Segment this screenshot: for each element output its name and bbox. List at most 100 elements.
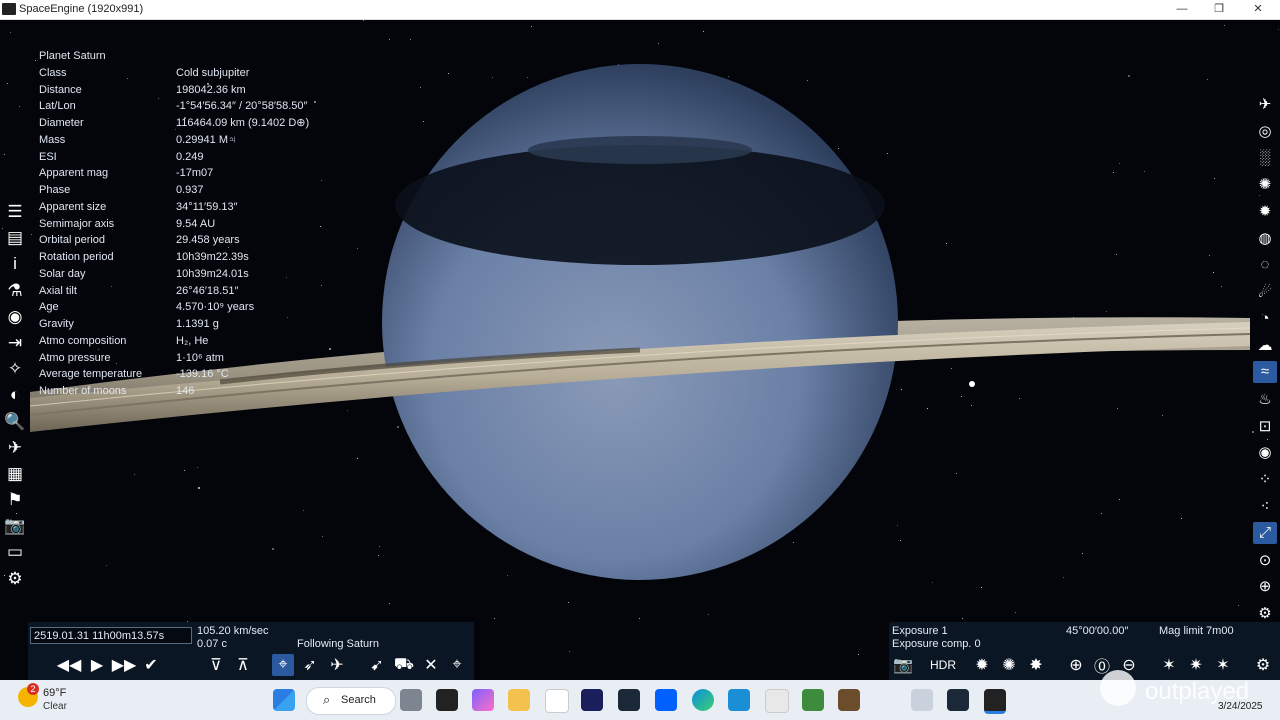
constellation-icon[interactable]: ⊡ [1253, 415, 1277, 437]
window-title: SpaceEngine (1920x991) [19, 3, 144, 15]
hdr-button[interactable]: HDR [929, 654, 957, 676]
info-value: -1°54′56.34″ / 20°58′58.50″ [176, 100, 308, 113]
outplayed-logo [1100, 670, 1136, 706]
mag-reset-icon[interactable]: ✷ [1185, 654, 1207, 676]
info-row: Orbital period 29.458 years [39, 232, 240, 249]
app-icon-2[interactable] [911, 689, 933, 711]
galaxy-icon[interactable]: ◎ [1253, 120, 1277, 142]
info-value: -139.16 °C [176, 368, 229, 381]
play-icon[interactable]: ▶ [86, 654, 108, 676]
dropbox-icon[interactable] [655, 689, 677, 711]
info-key: Atmo pressure [39, 351, 111, 364]
display-icon[interactable]: ▭ [3, 540, 27, 564]
steam-icon-2[interactable] [947, 689, 969, 711]
info-row: Atmo pressure 1·10⁶ atm [39, 350, 224, 367]
brightness-down-icon[interactable]: ✹ [971, 654, 993, 676]
start-icon[interactable] [273, 689, 295, 711]
rocket-icon[interactable]: ➶ [299, 654, 321, 676]
minimize-button[interactable]: — [1162, 0, 1202, 19]
star-icon[interactable]: ✹ [1253, 200, 1277, 222]
mag-down-icon[interactable]: ✶ [1158, 654, 1180, 676]
camera-icon[interactable]: 📷 [892, 654, 914, 676]
store-icon[interactable] [765, 689, 789, 713]
labels-icon[interactable]: ⁖ [1253, 495, 1277, 517]
date-time-field[interactable]: 2519.01.31 11h00m13.57s [30, 627, 192, 644]
info-value: 34°11′59.13″ [176, 200, 238, 213]
chevron-down-circle-icon[interactable]: ⊽ [205, 654, 227, 676]
info-row: Lat/Lon -1°54′56.34″ / 20°58′58.50″ [39, 98, 307, 115]
asteroid-icon[interactable]: ◔ [1253, 307, 1277, 329]
camera-icon[interactable]: 📷 [3, 514, 27, 538]
water-icon[interactable]: ≈ [1253, 360, 1277, 383]
brightness-up-icon[interactable]: ✸ [1025, 654, 1047, 676]
minecraft-icon[interactable] [838, 689, 860, 711]
info-icon[interactable]: i [3, 252, 27, 276]
crosshair-icon[interactable]: ⌖ [446, 654, 468, 676]
checkmark-icon[interactable]: ✔ [140, 654, 162, 676]
aurora-icon[interactable]: ♨ [1253, 388, 1277, 410]
info-row: Number of moons 146 [39, 383, 194, 400]
chevron-up-circle-icon[interactable]: ⊼ [232, 654, 254, 676]
brightness-reset-icon[interactable]: ✺ [998, 654, 1020, 676]
grid-icon[interactable]: ⊕ [1253, 575, 1277, 597]
info-value: Cold subjupiter [176, 66, 250, 79]
cloud-icon[interactable]: ☁ [1253, 334, 1277, 356]
spaceengine-taskbar-icon[interactable] [984, 689, 1006, 714]
expand-icon[interactable]: ⤢ [1253, 521, 1277, 544]
planetarium-icon[interactable]: ⚗ [3, 279, 27, 303]
flag-icon[interactable]: ⚑ [3, 488, 27, 512]
search-box[interactable]: ⌕ Search [306, 687, 396, 715]
nebula-icon[interactable]: ░ [1253, 147, 1277, 169]
target-icon[interactable]: ⊙ [1253, 549, 1277, 571]
binoculars-icon[interactable]: ◉ [3, 305, 27, 329]
land-icon[interactable]: ⛟ [393, 654, 415, 676]
shrink-icon[interactable]: ✕ [420, 654, 442, 676]
ship-icon[interactable]: ✈ [3, 436, 27, 460]
mag-up-icon[interactable]: ✶ [1212, 654, 1234, 676]
star-map-icon[interactable]: ✧ [3, 357, 27, 381]
fast-forward-icon[interactable]: ▶▶ [112, 654, 137, 676]
media-icon[interactable] [545, 689, 569, 713]
select-cursor-icon[interactable]: ⌖ [272, 654, 294, 676]
settings-icon[interactable]: ⚙ [3, 567, 27, 591]
game-app-icon[interactable] [581, 689, 603, 711]
star-cluster-icon[interactable]: ✺ [1253, 173, 1277, 195]
catalog-icon[interactable]: ▤ [3, 226, 27, 250]
eye-icon[interactable]: ◉ [1253, 441, 1277, 463]
minecraft-launcher-icon[interactable] [802, 689, 824, 711]
amazon-icon[interactable] [436, 689, 458, 711]
menu-icon[interactable]: ☰ [3, 200, 27, 224]
settings-icon[interactable]: ⚙ [1253, 602, 1277, 624]
edge-icon[interactable] [692, 689, 714, 711]
space-viewport[interactable]: Planet Saturn Class Cold subjupiter Distan… [0, 20, 1280, 680]
info-row: Apparent size 34°11′59.13″ [39, 199, 238, 216]
journal-icon[interactable]: ▦ [3, 462, 27, 486]
info-key: Distance [39, 83, 82, 96]
search-icon[interactable]: 🔍 [3, 410, 27, 434]
planet-icon[interactable]: ◍ [1253, 227, 1277, 249]
file-explorer-icon[interactable] [508, 689, 530, 711]
info-key: Semimajor axis [39, 217, 115, 230]
rewind-icon[interactable]: ◀◀ [57, 654, 82, 676]
comet-icon[interactable]: ☄ [1253, 281, 1277, 303]
goto-icon[interactable]: ➹ [366, 654, 388, 676]
zoom-in-icon[interactable]: ⊕ [1065, 654, 1087, 676]
fov-readout: 45°00′00.00″ [1066, 625, 1129, 637]
info-row: ESI 0.249 [39, 149, 204, 166]
info-row: Semimajor axis 9.54 AU [39, 216, 215, 233]
copilot-icon[interactable] [472, 689, 494, 711]
info-key: Atmo composition [39, 334, 127, 347]
close-button[interactable]: ✕ [1238, 0, 1278, 19]
spaceship-icon[interactable]: ✈ [1253, 93, 1277, 115]
orbit-icon[interactable]: ⇥ [3, 331, 27, 355]
orbits-icon[interactable]: ⁘ [1253, 468, 1277, 490]
task-view-icon[interactable] [400, 689, 422, 711]
rings-icon[interactable]: ◌ [1253, 254, 1277, 276]
wiki-icon[interactable]: ◐ [3, 383, 27, 407]
steam-icon[interactable] [618, 689, 640, 711]
info-value: 9.54 AU [176, 217, 216, 230]
maximize-button[interactable]: ❐ [1199, 0, 1239, 19]
settings-icon[interactable]: ⚙ [1252, 654, 1274, 676]
plane-icon[interactable]: ✈ [326, 654, 348, 676]
security-icon[interactable] [728, 689, 750, 711]
